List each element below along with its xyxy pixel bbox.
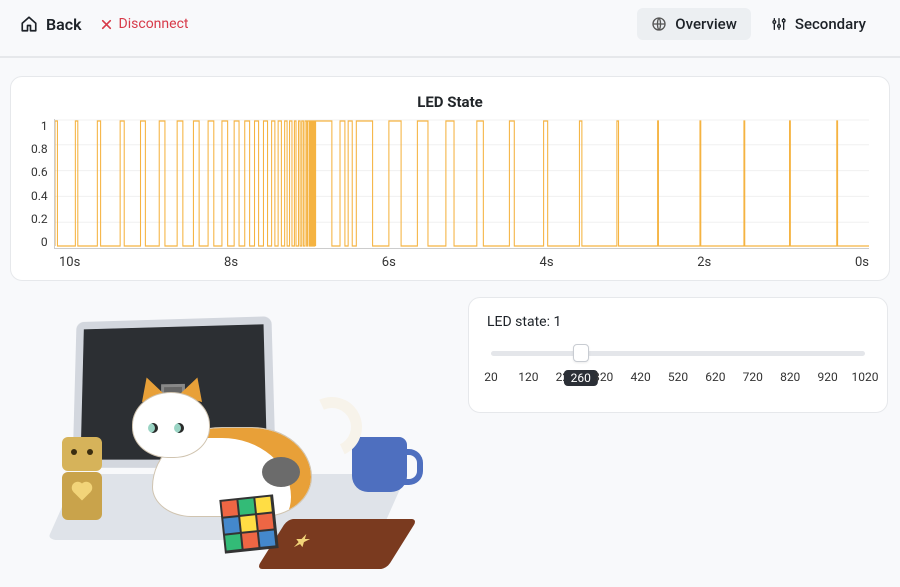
- slider-mark: 820: [780, 370, 800, 384]
- led-control-card: LED state: 1 201202202603204205206207208…: [468, 297, 888, 413]
- y-tick: 0.4: [31, 189, 48, 203]
- topbar: Back Disconnect Overview Secondary: [0, 0, 900, 58]
- y-tick: 1: [41, 119, 48, 133]
- slider-marks: 201202202603204205206207208209201020: [491, 370, 865, 390]
- globe-icon: [651, 16, 667, 32]
- slider-thumb[interactable]: [573, 344, 589, 362]
- y-tick: 0: [41, 235, 48, 249]
- chart-title: LED State: [31, 93, 869, 111]
- slider-mark: 920: [817, 370, 837, 384]
- x-tick: 6s: [382, 255, 396, 270]
- chart-x-axis: 10s 8s 6s 4s 2s 0s: [59, 249, 869, 270]
- illustration-robot: [62, 437, 102, 471]
- y-tick: 0.2: [31, 212, 48, 226]
- chart-plot: [54, 119, 869, 249]
- slider-mark: 520: [668, 370, 688, 384]
- chart-y-axis: 1 0.8 0.6 0.4 0.2 0: [31, 119, 54, 249]
- chart: 1 0.8 0.6 0.4 0.2 0: [31, 119, 869, 270]
- x-tick: 10s: [59, 255, 80, 270]
- tab-overview-label: Overview: [675, 15, 737, 33]
- topbar-left: Back Disconnect: [20, 15, 188, 34]
- slider-mark: 720: [743, 370, 763, 384]
- sliders-icon: [771, 16, 787, 32]
- slider-mark: 620: [705, 370, 725, 384]
- y-tick: 0.8: [31, 142, 48, 156]
- illustration: [12, 297, 452, 577]
- led-state-value: 1: [553, 314, 561, 330]
- slider-mark: 320: [593, 370, 613, 384]
- disconnect-button[interactable]: Disconnect: [100, 16, 189, 32]
- x-tick: 4s: [540, 255, 554, 270]
- tab-secondary[interactable]: Secondary: [757, 8, 880, 40]
- interval-slider[interactable]: [491, 344, 865, 362]
- slider-mark: 20: [484, 370, 498, 384]
- topbar-tabs: Overview Secondary: [637, 8, 880, 40]
- x-tick: 0s: [855, 255, 869, 270]
- back-label: Back: [46, 15, 82, 34]
- led-state-label: LED state: 1: [487, 314, 869, 330]
- tab-overview[interactable]: Overview: [637, 8, 751, 40]
- illustration-mug: [352, 437, 407, 492]
- back-button[interactable]: Back: [20, 15, 82, 34]
- slider-mark: 420: [630, 370, 650, 384]
- illustration-rubiks-cube: [219, 494, 278, 553]
- disconnect-label: Disconnect: [119, 16, 189, 32]
- x-tick: 8s: [224, 255, 238, 270]
- content: LED State 1 0.8 0.6 0.4 0.2 0: [0, 58, 900, 577]
- home-icon: [20, 15, 38, 33]
- tab-secondary-label: Secondary: [795, 15, 866, 33]
- lower-row: LED state: 1 201202202603204205206207208…: [10, 297, 890, 577]
- x-tick: 2s: [697, 255, 711, 270]
- close-icon: [100, 18, 113, 31]
- chart-card: LED State 1 0.8 0.6 0.4 0.2 0: [10, 76, 890, 281]
- y-tick: 0.6: [31, 165, 48, 179]
- slider-mark: 1020: [852, 370, 879, 384]
- slider-track: [491, 351, 865, 356]
- slider-mark: 120: [518, 370, 538, 384]
